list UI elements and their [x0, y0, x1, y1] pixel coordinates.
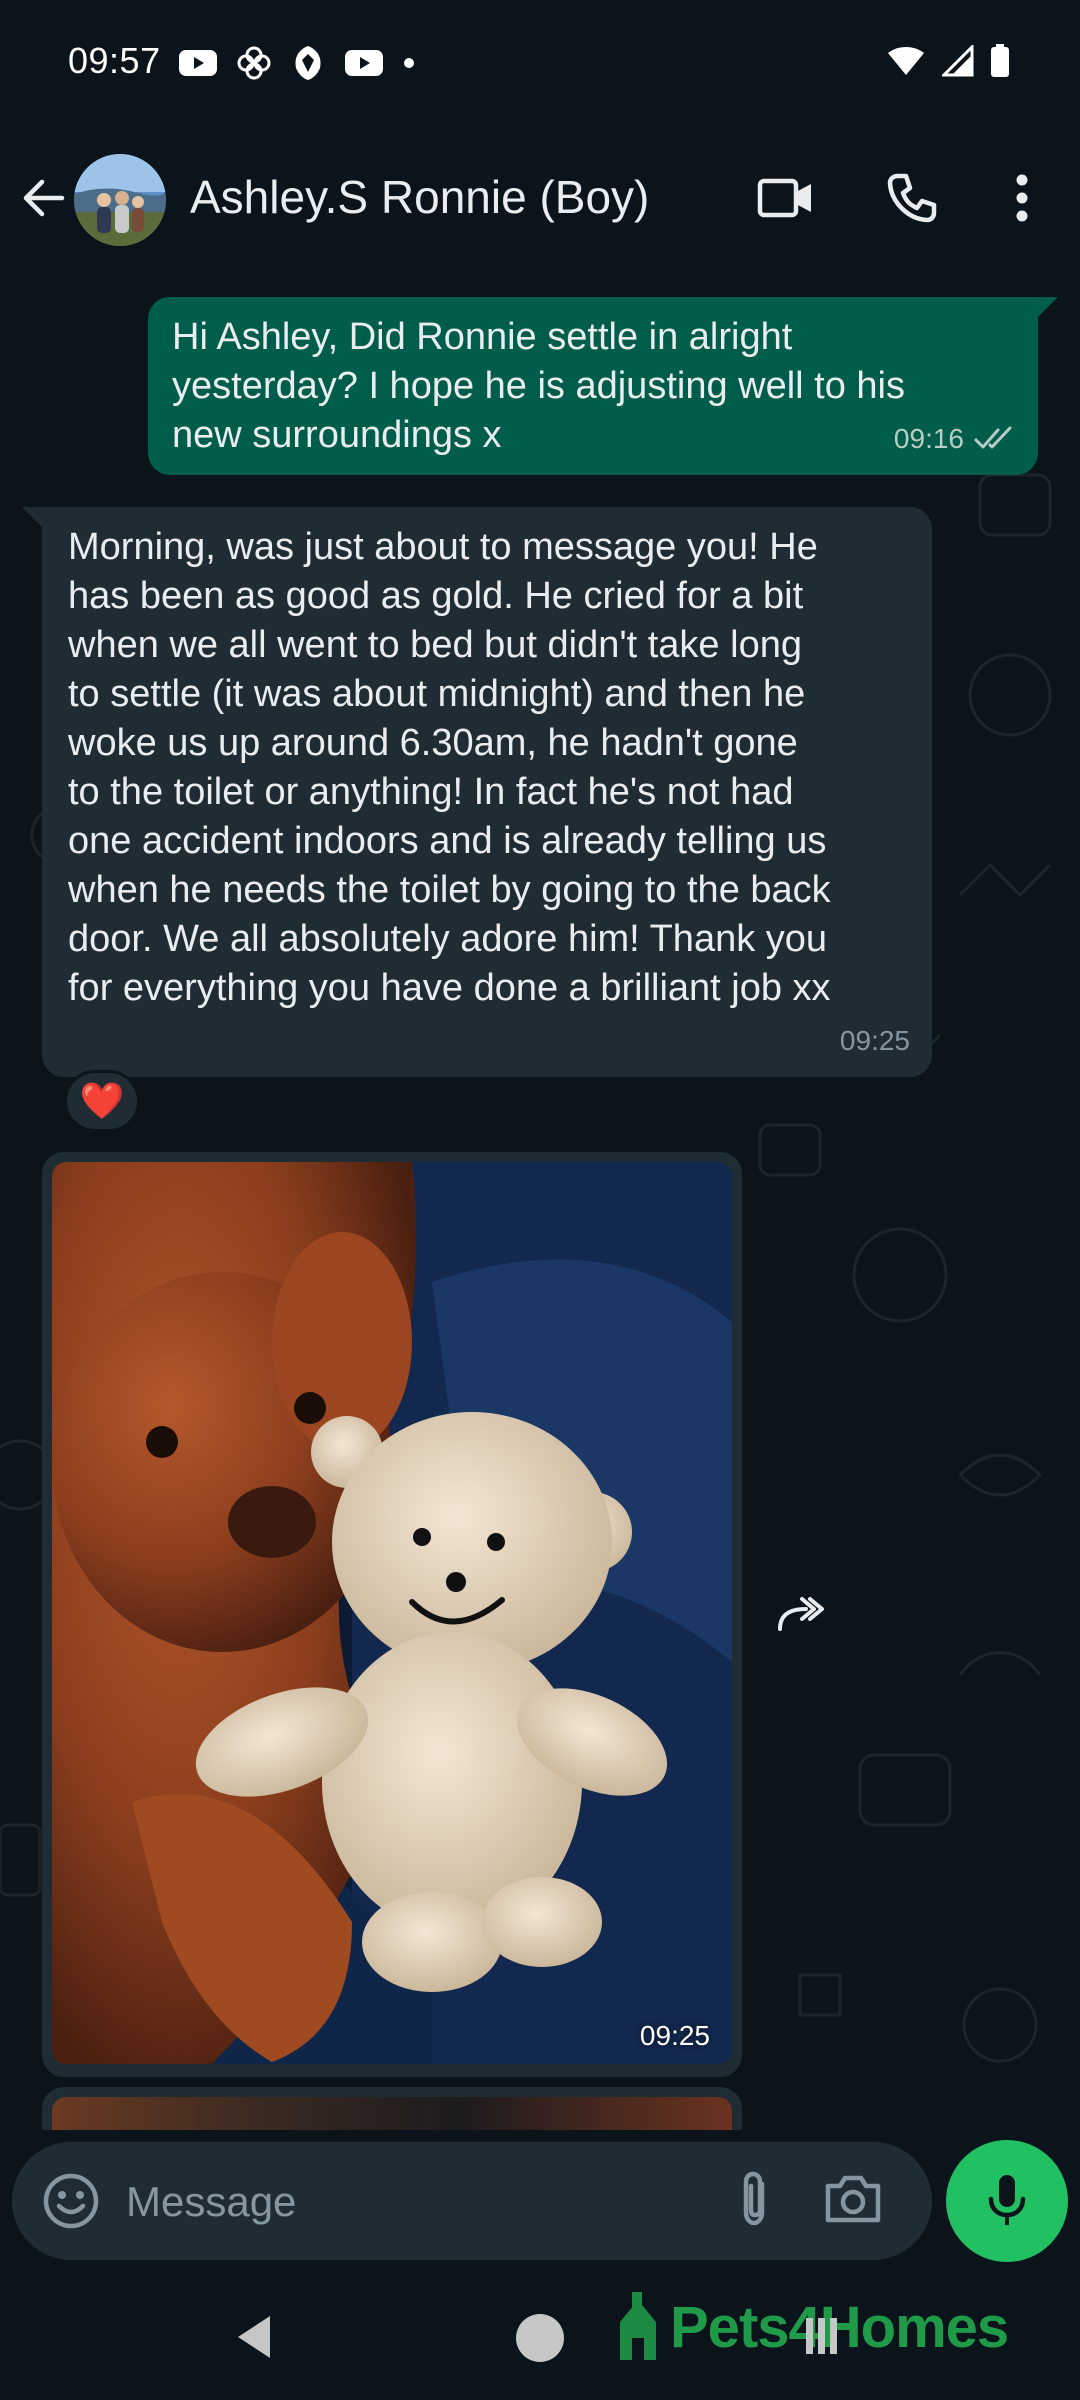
bank-logo-icon — [295, 46, 321, 80]
more-options-button[interactable] — [990, 166, 1054, 230]
chat-area[interactable]: Hi Ashley, Did Ronnie settle in alright … — [0, 275, 1080, 2130]
more-notifications-dot-icon — [404, 58, 414, 68]
message-text: Morning, was just about to message you! … — [68, 526, 831, 1009]
contact-avatar[interactable] — [74, 154, 166, 246]
puppy-photo[interactable]: 09:25 — [52, 1162, 732, 2064]
reaction-badge[interactable]: ❤️ — [64, 1070, 140, 1132]
battery-icon — [991, 44, 1009, 77]
system-icons — [886, 44, 1010, 78]
system-navigation-bar: Pets4Homes — [0, 2272, 1080, 2400]
wifi-icon — [888, 47, 924, 75]
message-time: 09:25 — [839, 1025, 910, 1056]
forward-arrow-icon — [778, 1597, 824, 1631]
video-camera-icon — [757, 178, 811, 218]
status-time: 09:57 — [68, 40, 161, 81]
nav-home-button[interactable] — [516, 2314, 564, 2362]
microphone-icon — [988, 2175, 1026, 2225]
emoji-button[interactable] — [40, 2170, 102, 2232]
voice-call-button[interactable] — [880, 166, 944, 230]
message-text: Hi Ashley, Did Ronnie settle in alright … — [172, 316, 905, 456]
image-message[interactable]: 09:25 — [42, 1152, 742, 2077]
more-vertical-icon — [1016, 174, 1028, 222]
back-button[interactable] — [18, 172, 70, 224]
image-message-partial[interactable] — [42, 2087, 742, 2130]
camera-icon — [825, 2175, 881, 2223]
photo-preview — [52, 2097, 732, 2130]
outgoing-message[interactable]: Hi Ashley, Did Ronnie settle in alright … — [148, 297, 1058, 475]
nav-recents-button[interactable] — [802, 2314, 842, 2363]
double-check-icon — [974, 426, 1012, 448]
arrow-left-icon — [23, 179, 65, 217]
nav-back-button[interactable] — [232, 2312, 276, 2367]
incoming-message[interactable]: Morning, was just about to message you! … — [22, 507, 932, 1077]
triangle-back-icon — [238, 2316, 270, 2358]
forward-button[interactable] — [770, 1580, 840, 1650]
heart-reaction-icon: ❤️ — [79, 1080, 125, 1121]
message-meta: 09:16 — [894, 414, 1016, 463]
status-bar: 09:57 — [0, 0, 1080, 130]
youtube-icon — [345, 50, 383, 76]
bubble-tail — [1036, 297, 1058, 319]
phone-icon — [887, 173, 937, 223]
recents-icon — [806, 2318, 837, 2354]
chat-header: Ashley.S Ronnie (Boy) — [0, 130, 1080, 275]
message-input[interactable] — [126, 2172, 706, 2232]
notification-icons — [178, 44, 416, 82]
message-meta: 09:25 — [840, 1016, 910, 1065]
contact-name[interactable]: Ashley.S Ronnie (Boy) — [190, 170, 649, 224]
pets4homes-logo-icon — [620, 2292, 656, 2360]
message-time: 09:25 — [639, 2020, 710, 2051]
emoji-icon — [43, 2173, 99, 2229]
pinwheel-icon — [237, 46, 271, 80]
bubble-tail — [22, 507, 44, 529]
camera-button[interactable] — [822, 2170, 888, 2232]
avatar-photo — [74, 154, 166, 246]
youtube-icon — [179, 50, 217, 76]
paperclip-icon — [743, 2171, 765, 2226]
voice-message-button[interactable] — [946, 2140, 1068, 2262]
message-time: 09:16 — [893, 423, 964, 454]
puppy-with-teddy-image — [52, 1162, 732, 2064]
attach-button[interactable] — [724, 2170, 786, 2232]
message-composer — [12, 2142, 932, 2260]
signal-icon — [942, 45, 974, 77]
video-call-button[interactable] — [754, 166, 818, 230]
